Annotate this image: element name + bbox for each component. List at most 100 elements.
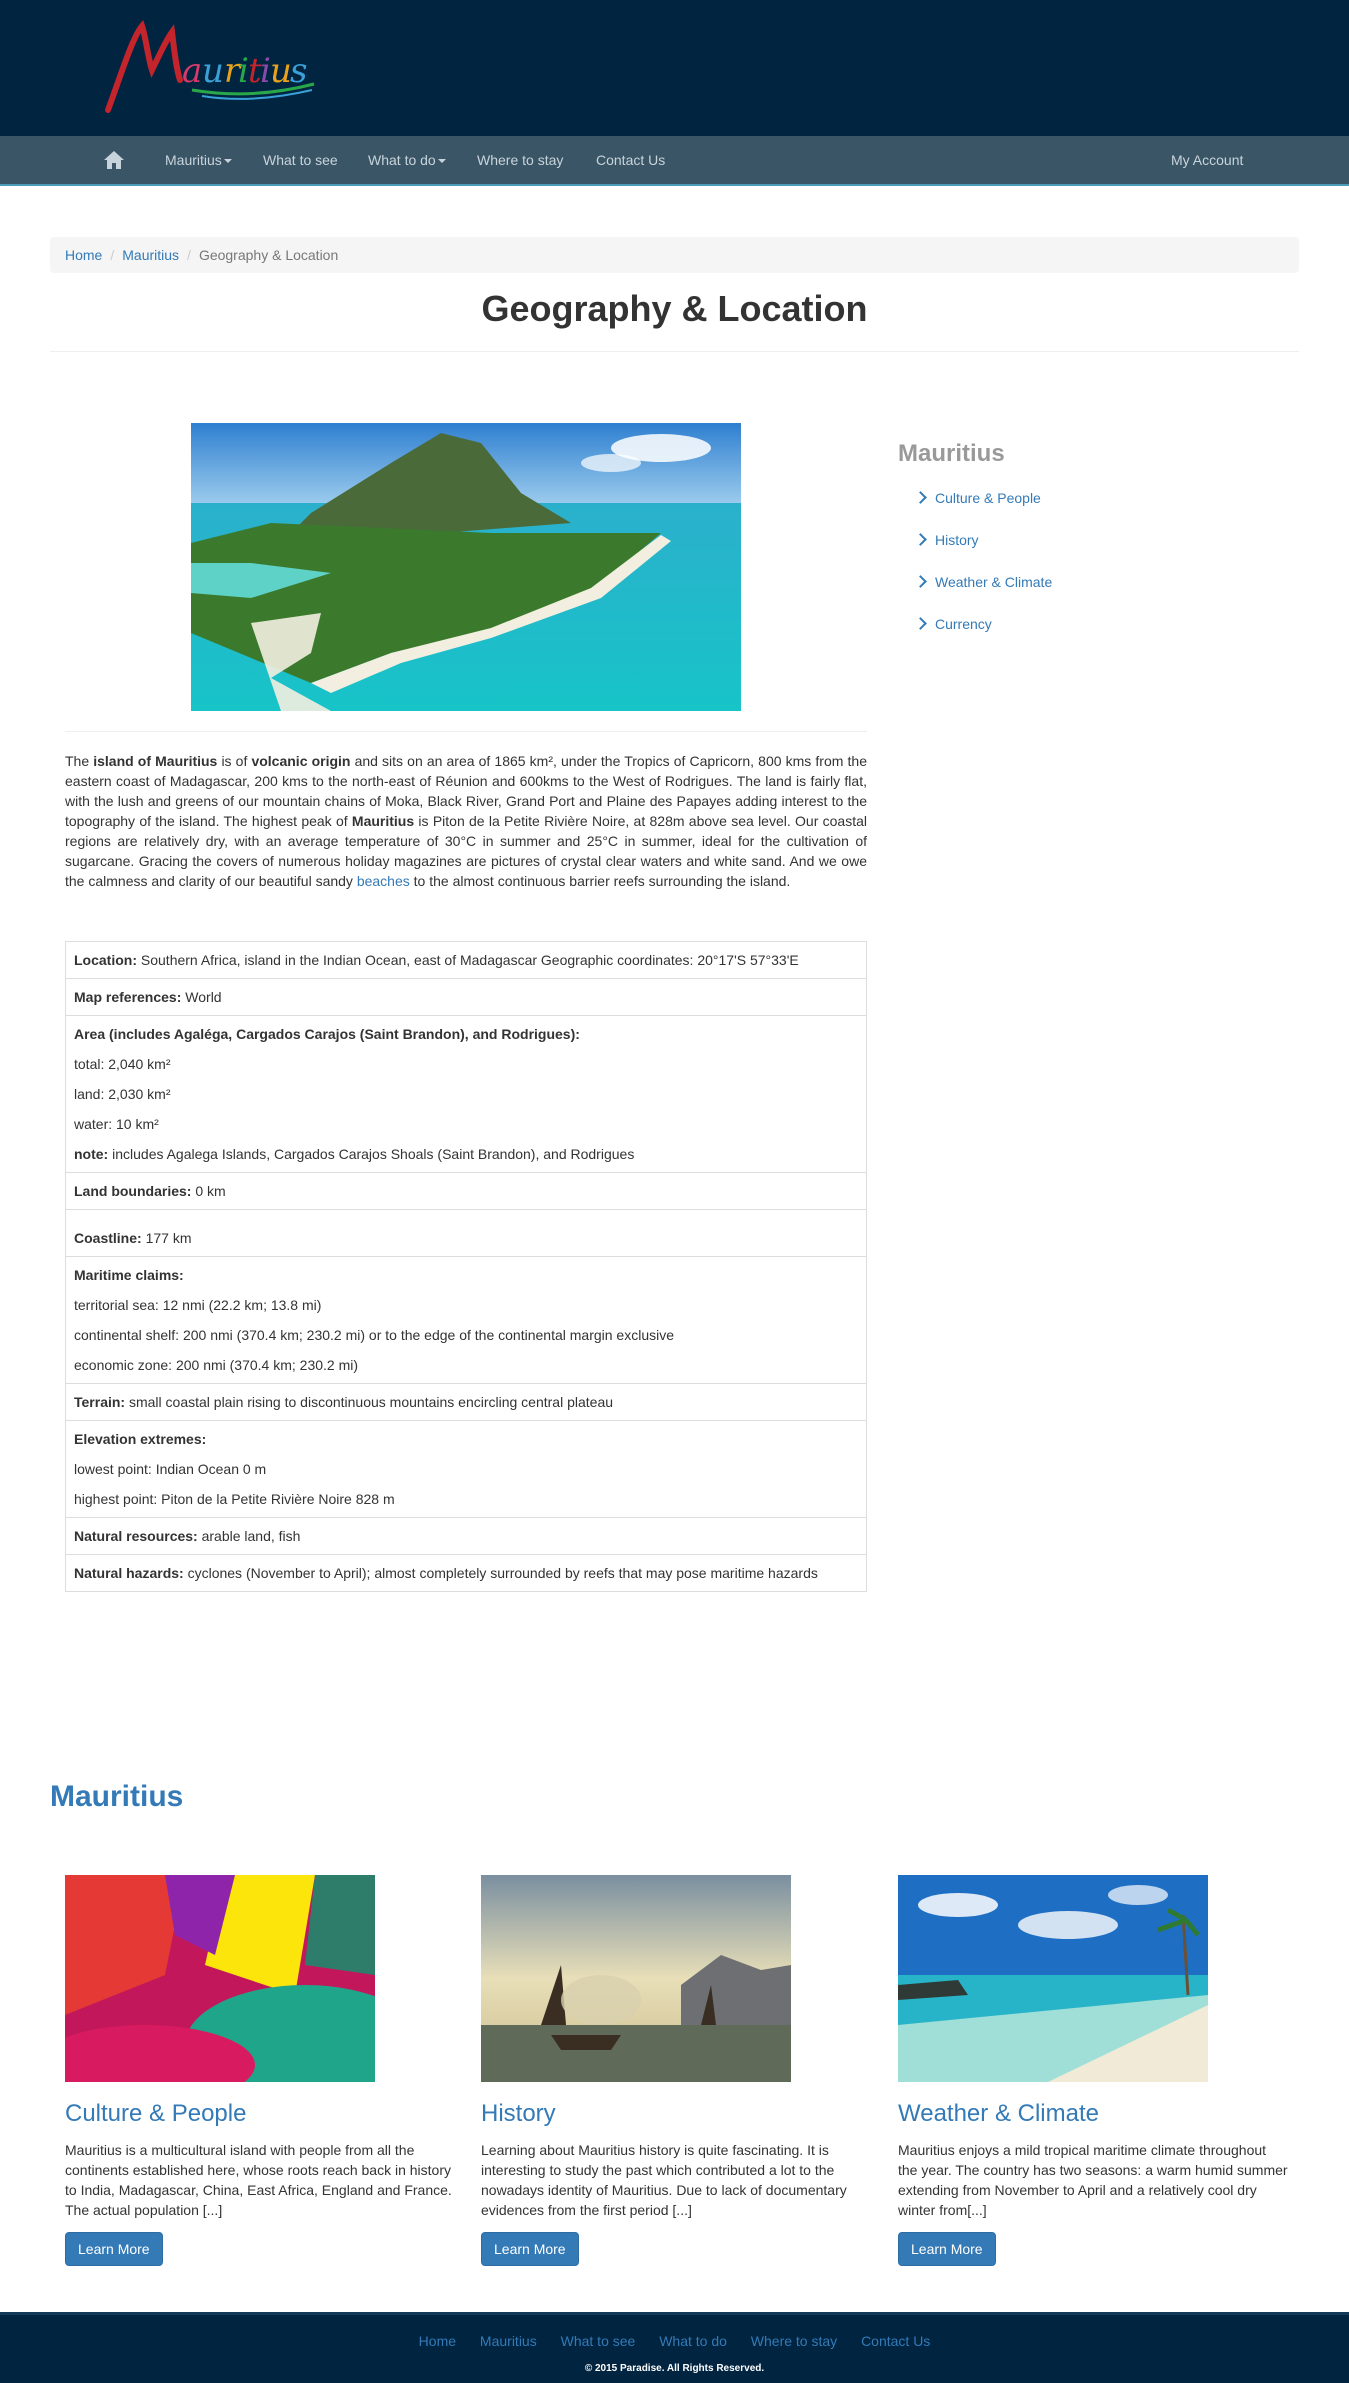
fact-label: Elevation extremes: <box>74 1431 207 1447</box>
beach-image <box>898 1875 1208 2082</box>
logo-image: a u r i t i u s <box>105 19 315 113</box>
learn-more-button[interactable]: Learn More <box>65 2232 163 2266</box>
breadcrumb-mauritius-link[interactable]: Mauritius <box>122 247 179 263</box>
card-title-link[interactable]: Weather & Climate <box>898 2100 1288 2128</box>
sidebar-link-label: History <box>935 532 979 548</box>
fact-row-hazards: Natural hazards: cyclones (November to A… <box>66 1554 866 1591</box>
sidebar-link-culture-people[interactable]: Culture & People <box>914 490 1041 506</box>
fact-row-location: Location: Southern Africa, island in the… <box>66 942 866 978</box>
nav-item-contact-us[interactable]: Contact Us <box>596 136 665 184</box>
fact-value: land: 2,030 km² <box>74 1086 171 1102</box>
nav-item-label: What to do <box>368 152 436 168</box>
breadcrumb-separator: / <box>187 247 191 263</box>
intro-text: The <box>65 753 94 769</box>
nav-item-label: Mauritius <box>165 152 222 168</box>
site-header: a u r i t i u s <box>0 0 1349 136</box>
footer-link-what-to-see[interactable]: What to see <box>561 2333 636 2349</box>
sidebar-link-label: Culture & People <box>935 490 1041 506</box>
svg-text:u: u <box>202 51 224 91</box>
fact-label: Terrain: <box>74 1394 126 1410</box>
fact-value: 177 km <box>141 1230 192 1246</box>
main-navbar: Mauritius What to see What to do Where t… <box>0 136 1349 186</box>
intro-bold: volcanic origin <box>251 753 351 769</box>
fact-row-maritime-claims: Maritime claims: territorial sea: 12 nmi… <box>66 1256 866 1383</box>
site-footer: Home Mauritius What to see What to do Wh… <box>0 2312 1349 2383</box>
svg-text:u: u <box>270 51 292 91</box>
beaches-link[interactable]: beaches <box>357 873 410 889</box>
fact-row-area: Area (includes Agaléga, Cargados Carajos… <box>66 1015 866 1172</box>
card-text: Mauritius enjoys a mild tropical maritim… <box>898 2142 1288 2218</box>
nav-item-where-to-stay[interactable]: Where to stay <box>477 136 563 184</box>
island-aerial-image <box>191 423 741 711</box>
fact-value: World <box>181 989 222 1005</box>
fact-value: water: 10 km² <box>74 1116 159 1132</box>
card-text: Mauritius is a multicultural island with… <box>65 2142 452 2218</box>
learn-more-button[interactable]: Learn More <box>898 2232 996 2266</box>
nav-item-what-to-see[interactable]: What to see <box>263 136 338 184</box>
home-icon[interactable] <box>103 150 125 170</box>
copyright-text: © 2015 Paradise. All Rights Reserved. <box>584 2363 765 2374</box>
sidebar-title: Mauritius <box>898 440 1005 467</box>
breadcrumb-current: Geography & Location <box>198 247 339 263</box>
sidebar-link-currency[interactable]: Currency <box>914 616 992 632</box>
nav-item-my-account[interactable]: My Account <box>1171 136 1243 184</box>
fact-value: continental shelf: 200 nmi (370.4 km; 23… <box>74 1327 675 1343</box>
culture-powder-image <box>65 1875 375 2082</box>
fact-value: lowest point: Indian Ocean 0 m <box>74 1461 267 1477</box>
mauritius-logo[interactable]: a u r i t i u s <box>102 18 322 118</box>
chevron-right-icon <box>914 575 927 588</box>
fact-row-terrain: Terrain: small coastal plain rising to d… <box>66 1383 866 1420</box>
fact-row-resources: Natural resources: arable land, fish <box>66 1517 866 1554</box>
chevron-right-icon <box>914 533 927 546</box>
learn-more-button[interactable]: Learn More <box>481 2232 579 2266</box>
card-title-link[interactable]: Culture & People <box>65 2100 455 2128</box>
breadcrumb-home-link[interactable]: Home <box>65 247 102 263</box>
fact-label: Location: <box>74 952 137 968</box>
fact-row-land-boundaries: Land boundaries: 0 km <box>66 1172 866 1209</box>
fact-value: economic zone: 200 nmi (370.4 km; 230.2 … <box>74 1357 359 1373</box>
fact-label: Map references: <box>74 989 182 1005</box>
fact-label: Land boundaries: <box>74 1183 192 1199</box>
breadcrumb-separator: / <box>110 247 115 263</box>
footer-link-home[interactable]: Home <box>419 2333 456 2349</box>
nav-item-what-to-do[interactable]: What to do <box>368 136 446 184</box>
intro-text: is of <box>217 753 252 769</box>
section-title: Mauritius <box>50 1780 184 1813</box>
fact-label: Natural hazards: <box>74 1565 184 1581</box>
footer-link-where-to-stay[interactable]: Where to stay <box>751 2333 837 2349</box>
intro-text: to the almost continuous barrier reefs s… <box>409 873 791 889</box>
intro-bold: island of Mauritius <box>93 753 218 769</box>
nav-item-mauritius[interactable]: Mauritius <box>165 136 232 184</box>
footer-link-mauritius[interactable]: Mauritius <box>480 2333 537 2349</box>
footer-link-contact-us[interactable]: Contact Us <box>861 2333 930 2349</box>
caret-down-icon <box>223 159 232 164</box>
title-divider <box>50 351 1299 352</box>
card-title-link[interactable]: History <box>481 2100 871 2128</box>
card-culture-people: Culture & People Mauritius is a multicul… <box>65 1875 455 2266</box>
fact-value: highest point: Piton de la Petite Rivièr… <box>74 1491 395 1507</box>
card-history: History Learning about Mauritius history… <box>481 1875 871 2266</box>
fact-label: Area (includes Agaléga, Cargados Carajos… <box>74 1026 580 1042</box>
content-divider <box>65 731 867 732</box>
fact-value: cyclones (November to April); almost com… <box>183 1565 818 1581</box>
page-title: Geography & Location <box>481 288 868 329</box>
fact-label: Natural resources: <box>74 1528 198 1544</box>
breadcrumb: Home / Mauritius / Geography & Location <box>50 237 1299 273</box>
caret-down-icon <box>437 159 446 164</box>
fact-value: includes Agalega Islands, Cargados Caraj… <box>108 1146 635 1162</box>
fact-label: note: <box>74 1146 109 1162</box>
sidebar-link-history[interactable]: History <box>914 532 979 548</box>
fact-value: territorial sea: 12 nmi (22.2 km; 13.8 m… <box>74 1297 322 1313</box>
sidebar-link-weather-climate[interactable]: Weather & Climate <box>914 574 1052 590</box>
fact-row-map-references: Map references: World <box>66 978 866 1015</box>
fact-value: total: 2,040 km² <box>74 1056 171 1072</box>
fact-value: Southern Africa, island in the Indian Oc… <box>137 952 799 968</box>
card-weather-climate: Weather & Climate Mauritius enjoys a mil… <box>898 1875 1288 2266</box>
intro-bold: Mauritius <box>351 813 415 829</box>
fact-row-elevation: Elevation extremes: lowest point: Indian… <box>66 1420 866 1517</box>
fact-value: arable land, fish <box>197 1528 301 1544</box>
svg-text:a: a <box>182 51 202 91</box>
facts-table: Location: Southern Africa, island in the… <box>65 941 867 1592</box>
fact-row-coastline: Coastline: 177 km <box>66 1209 866 1256</box>
footer-link-what-to-do[interactable]: What to do <box>659 2333 727 2349</box>
